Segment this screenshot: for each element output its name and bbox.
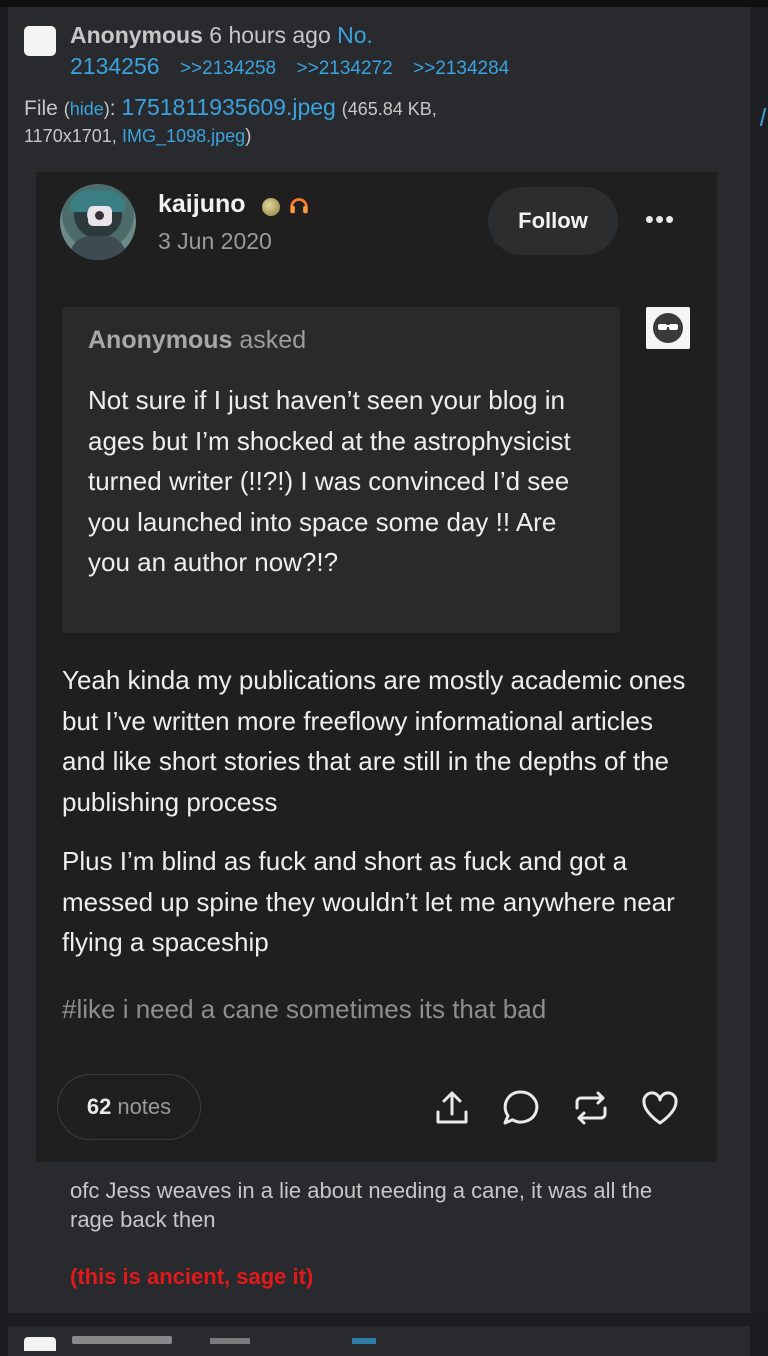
tumblr-username[interactable]: kaijuno — [158, 190, 246, 219]
right-gutter — [750, 7, 768, 1313]
more-options-icon[interactable]: ••• — [640, 204, 680, 234]
file-dimensions: 1170x1701, — [24, 126, 117, 146]
asker-name: Anonymous — [88, 326, 233, 354]
follow-button[interactable]: Follow — [488, 187, 618, 255]
original-filename[interactable]: IMG_1098.jpeg — [122, 126, 245, 146]
reply-link[interactable]: >>2134284 — [413, 58, 509, 79]
next-post-name — [72, 1336, 172, 1344]
headphones-icon — [288, 194, 310, 222]
hide-link[interactable]: hide — [70, 99, 104, 119]
reply-link[interactable]: >>2134272 — [297, 58, 393, 79]
reply-link[interactable]: >>2134258 — [180, 58, 276, 79]
post-date: 3 Jun 2020 — [158, 228, 272, 254]
next-post-checkbox[interactable] — [24, 1337, 56, 1351]
comment-icon[interactable] — [501, 1088, 541, 1128]
file-size: 465.84 KB, — [347, 99, 437, 119]
post-header-line2: 2134256 >>2134258 >>2134272 >>2134284 — [70, 53, 509, 80]
post-comment: ofc Jess weaves in a lie about needing a… — [70, 1178, 653, 1232]
post-number[interactable]: 2134256 — [70, 53, 160, 79]
post-no-label[interactable]: No. — [337, 22, 373, 48]
share-icon[interactable] — [432, 1088, 472, 1128]
anonymous-avatar-icon — [646, 307, 690, 349]
post-header: Anonymous 6 hours ago No. — [70, 22, 373, 49]
post-time: 6 hours ago — [209, 22, 331, 48]
answer-paragraph: Plus I’m blind as fuck and short as fuck… — [62, 846, 675, 957]
avatar[interactable] — [60, 184, 136, 260]
top-bar — [0, 0, 768, 7]
next-post-number[interactable] — [352, 1338, 376, 1344]
post-red-text: (this is ancient, sage it) — [70, 1264, 314, 1289]
file-link[interactable]: 1751811935609.jpeg — [121, 94, 335, 120]
badge-icon — [262, 198, 280, 216]
reblog-icon[interactable] — [571, 1088, 611, 1128]
next-post-meta — [210, 1338, 250, 1344]
ask-text: Not sure if I just haven’t seen your blo… — [88, 385, 571, 577]
ask-header: Anonymous asked — [88, 326, 306, 355]
file-info: File (hide): 1751811935609.jpeg (465.84 … — [24, 94, 437, 120]
notes-count: 62 — [86, 1094, 112, 1119]
notes-button[interactable]: 62 notes — [57, 1074, 201, 1140]
file-info-line2: 1170x1701, IMG_1098.jpeg) — [24, 126, 252, 147]
answer-paragraph: Yeah kinda my publications are mostly ac… — [62, 665, 686, 817]
file-label: File — [24, 97, 58, 120]
notes-label: notes — [117, 1094, 172, 1119]
post-tag[interactable]: #like i need a cane sometimes its that b… — [62, 994, 546, 1025]
post-select-checkbox[interactable] — [24, 26, 56, 56]
poster-name: Anonymous — [70, 22, 203, 48]
asked-label: asked — [239, 326, 307, 354]
heart-icon[interactable] — [640, 1088, 680, 1128]
